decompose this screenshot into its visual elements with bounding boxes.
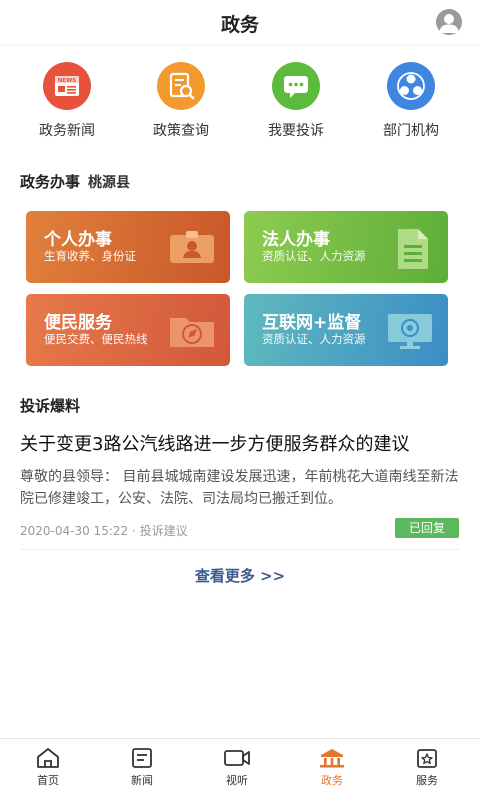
- tab-service[interactable]: 服务: [387, 747, 467, 788]
- government-icon: [320, 749, 344, 768]
- status-badge: 已回复: [395, 518, 459, 538]
- tab-label: 视听: [226, 774, 248, 787]
- complaint-meta: 2020-04-30 15:22 · 投诉建议: [20, 524, 188, 538]
- home-icon: [37, 748, 59, 768]
- top-bar: 政务: [0, 0, 480, 44]
- card-title: 法人办事: [262, 230, 330, 250]
- card-desc: 资质认证、人力资源: [262, 249, 366, 263]
- quick-link-policy[interactable]: 政策查询: [131, 62, 231, 140]
- quick-link-label: 政策查询: [153, 123, 209, 139]
- card-desc: 资质认证、人力资源: [262, 332, 366, 346]
- view-more-link[interactable]: 查看更多 >>: [0, 565, 480, 586]
- card-legal-affairs[interactable]: 法人办事 资质认证、人力资源: [244, 211, 448, 283]
- bottom-tab-bar: 首页 新闻 视听 政务 服务: [0, 738, 480, 800]
- tab-label: 新闻: [131, 774, 153, 787]
- card-desc: 便民交费、便民热线: [44, 332, 148, 346]
- tab-media[interactable]: 视听: [197, 747, 277, 788]
- id-card-icon: [168, 227, 216, 271]
- quick-link-label: 部门机构: [383, 123, 439, 139]
- complaint-excerpt[interactable]: 尊敬的县领导： 目前县城城南建设发展迅速，年前桃花大道南线至新法院已修建竣工，公…: [20, 466, 460, 510]
- news-tab-icon: [132, 748, 152, 768]
- card-title: 个人办事: [44, 230, 112, 250]
- document-icon: [390, 227, 434, 275]
- news-icon-text: NEWS: [58, 78, 76, 84]
- quick-link-department[interactable]: 部门机构: [361, 62, 461, 140]
- complaints-section-title: 投诉爆料: [20, 397, 81, 415]
- department-icon: [387, 62, 435, 110]
- tab-label: 服务: [416, 774, 438, 787]
- monitor-icon: [386, 310, 434, 354]
- policy-search-icon: [157, 62, 205, 110]
- county-selector[interactable]: 桃源县: [88, 175, 130, 191]
- page-title: 政务: [220, 14, 259, 36]
- tab-label: 政务: [321, 774, 343, 787]
- card-title: 便民服务: [44, 313, 112, 333]
- card-desc: 生育收养、身份证: [44, 249, 136, 263]
- service-icon: [417, 749, 437, 768]
- quick-links: NEWS 政务新闻 政策查询 我要投诉 部门机构: [0, 62, 480, 142]
- complaint-chat-icon: [272, 62, 320, 110]
- user-avatar-icon[interactable]: [436, 9, 462, 35]
- card-title: 互联网+监督: [262, 313, 362, 333]
- video-icon: [224, 750, 250, 766]
- tab-news[interactable]: 新闻: [102, 747, 182, 788]
- quick-link-label: 政务新闻: [39, 123, 95, 139]
- news-icon: NEWS: [43, 62, 91, 110]
- complaint-title[interactable]: 关于变更3路公汽线路进一步方便服务群众的建议: [20, 430, 460, 456]
- quick-link-complaint[interactable]: 我要投诉: [246, 62, 346, 140]
- affairs-section-title: 政务办事 桃源县: [20, 171, 130, 192]
- quick-link-news[interactable]: NEWS 政务新闻: [17, 62, 117, 140]
- card-convenience-service[interactable]: 便民服务 便民交费、便民热线: [26, 294, 230, 366]
- divider: [20, 549, 460, 550]
- tab-label: 首页: [37, 774, 59, 787]
- compass-folder-icon: [168, 310, 216, 354]
- tab-home[interactable]: 首页: [8, 747, 88, 788]
- affairs-title: 政务办事: [20, 173, 81, 191]
- card-personal-affairs[interactable]: 个人办事 生育收养、身份证: [26, 211, 230, 283]
- tab-government[interactable]: 政务: [292, 747, 372, 788]
- card-internet-supervision[interactable]: 互联网+监督 资质认证、人力资源: [244, 294, 448, 366]
- quick-link-label: 我要投诉: [268, 123, 324, 139]
